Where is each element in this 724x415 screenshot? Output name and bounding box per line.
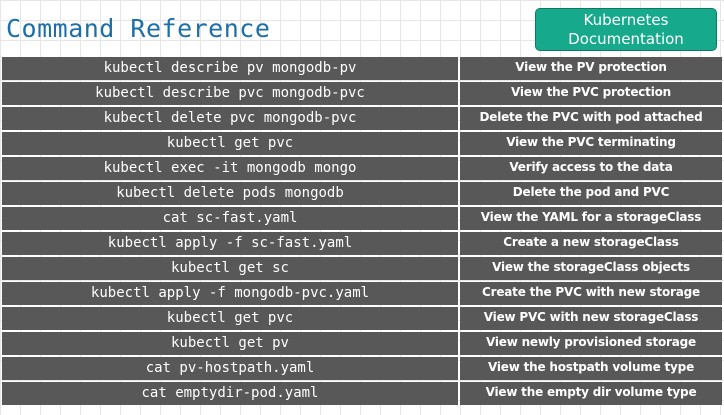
command-cell: kubectl get pvc [2, 132, 458, 155]
table-row: kubectl get sc View the storageClass obj… [0, 257, 724, 280]
docs-button-line1: Kubernetes [583, 11, 669, 29]
table-row: kubectl exec -it mongodb mongo Verify ac… [0, 157, 724, 180]
command-cell: kubectl describe pv mongodb-pv [2, 57, 458, 80]
description-cell: View the YAML for a storageClass [460, 207, 722, 230]
table-row: cat emptydir-pod.yaml View the empty dir… [0, 382, 724, 405]
description-cell: View the empty dir volume type [460, 382, 722, 405]
table-row: kubectl describe pv mongodb-pv View the … [0, 57, 724, 80]
command-cell: kubectl get pv [2, 332, 458, 355]
description-cell: View the storageClass objects [460, 257, 722, 280]
docs-button-line2: Documentation [568, 30, 684, 48]
command-cell: cat sc-fast.yaml [2, 207, 458, 230]
table-row: kubectl delete pods mongodb Delete the p… [0, 182, 724, 205]
command-cell: cat pv-hostpath.yaml [2, 357, 458, 380]
description-cell: Verify access to the data [460, 157, 722, 180]
command-table: kubectl describe pv mongodb-pv View the … [0, 57, 724, 407]
command-cell: kubectl delete pods mongodb [2, 182, 458, 205]
description-cell: Delete the pod and PVC [460, 182, 722, 205]
page-title: Command Reference [6, 14, 271, 43]
command-cell: kubectl exec -it mongodb mongo [2, 157, 458, 180]
command-cell: cat emptydir-pod.yaml [2, 382, 458, 405]
description-cell: View the PV protection [460, 57, 722, 80]
description-cell: Create the PVC with new storage [460, 282, 722, 305]
table-row: cat pv-hostpath.yaml View the hostpath v… [0, 357, 724, 380]
table-row: kubectl delete pvc mongodb-pvc Delete th… [0, 107, 724, 130]
table-row: kubectl get pvc View the PVC terminating [0, 132, 724, 155]
command-cell: kubectl apply -f sc-fast.yaml [2, 232, 458, 255]
command-cell: kubectl apply -f mongodb-pvc.yaml [2, 282, 458, 305]
description-cell: View the hostpath volume type [460, 357, 722, 380]
command-cell: kubectl delete pvc mongodb-pvc [2, 107, 458, 130]
table-row: cat sc-fast.yaml View the YAML for a sto… [0, 207, 724, 230]
description-cell: View the PVC terminating [460, 132, 722, 155]
table-row: kubectl get pv View newly provisioned st… [0, 332, 724, 355]
description-cell: Create a new storageClass [460, 232, 722, 255]
command-cell: kubectl get pvc [2, 307, 458, 330]
table-row: kubectl get pvc View PVC with new storag… [0, 307, 724, 330]
description-cell: View newly provisioned storage [460, 332, 722, 355]
command-cell: kubectl describe pvc mongodb-pvc [2, 82, 458, 105]
command-cell: kubectl get sc [2, 257, 458, 280]
table-row: kubectl describe pvc mongodb-pvc View th… [0, 82, 724, 105]
table-row: kubectl apply -f mongodb-pvc.yaml Create… [0, 282, 724, 305]
kubernetes-documentation-button[interactable]: Kubernetes Documentation [535, 8, 717, 51]
description-cell: Delete the PVC with pod attached [460, 107, 722, 130]
description-cell: View the PVC protection [460, 82, 722, 105]
table-row: kubectl apply -f sc-fast.yaml Create a n… [0, 232, 724, 255]
description-cell: View PVC with new storageClass [460, 307, 722, 330]
